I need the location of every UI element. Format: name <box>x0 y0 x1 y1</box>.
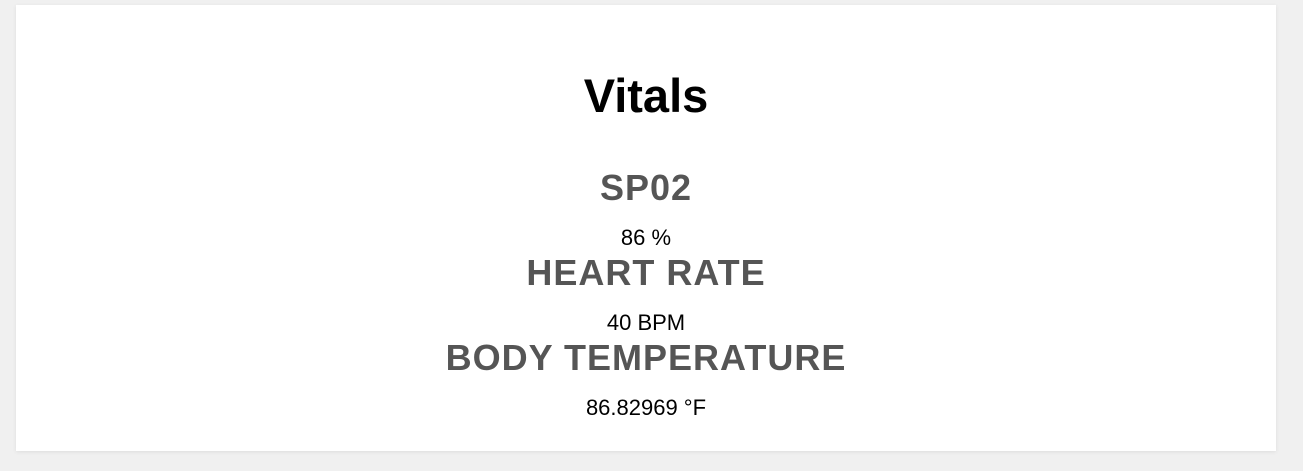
vitals-card: Vitals SP02 86 % HEART RATE 40 BPM BODY … <box>16 5 1276 451</box>
body-temperature-label: BODY TEMPERATURE <box>445 337 847 378</box>
spo2-label: SP02 <box>599 167 693 208</box>
page-title: Vitals <box>583 69 709 122</box>
heart-rate-value: 40 BPM <box>606 310 686 335</box>
body-temperature-value: 86.82969 °F <box>585 395 707 420</box>
heart-rate-label: HEART RATE <box>526 252 766 293</box>
spo2-value: 86 % <box>620 225 672 250</box>
